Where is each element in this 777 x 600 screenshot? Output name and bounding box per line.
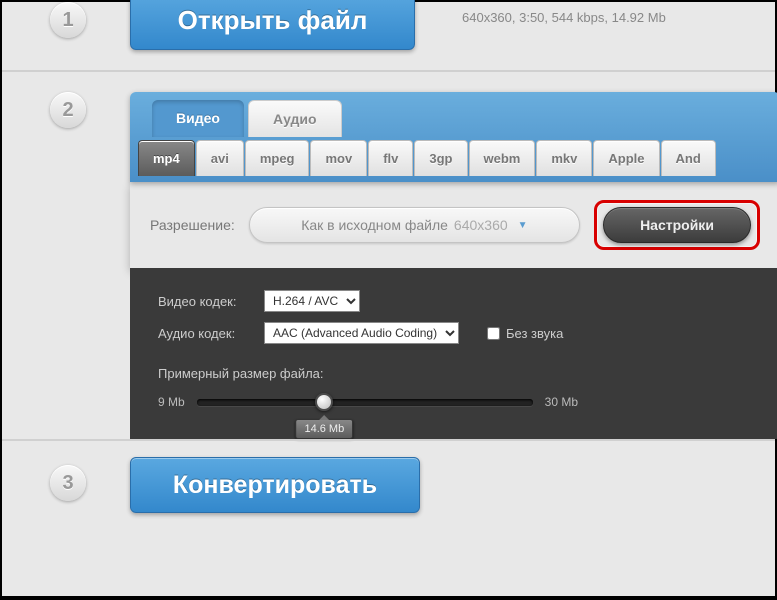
audio-codec-row: Аудио кодек: AAC (Advanced Audio Coding)…	[158, 322, 752, 344]
video-codec-select[interactable]: H.264 / AVC	[264, 290, 360, 312]
format-tabs: mp4 avi mpeg mov flv 3gp webm mkv Apple …	[138, 140, 777, 176]
file-info-text: 640x360, 3:50, 544 kbps, 14.92 Mb	[462, 10, 666, 25]
format-flv[interactable]: flv	[368, 140, 413, 176]
format-mp4[interactable]: mp4	[138, 140, 195, 176]
step-1: 1 Открыть файл 640x360, 3:50, 544 kbps, …	[2, 2, 775, 72]
step-badge-1: 1	[50, 2, 86, 38]
video-codec-label: Видео кодек:	[158, 294, 254, 309]
format-3gp[interactable]: 3gp	[414, 140, 467, 176]
step-3: 3 Конвертировать	[2, 439, 775, 534]
filesize-block: Примерный размер файла: 9 Mb 14.6 Mb 30 …	[158, 366, 752, 409]
format-panel: Видео Аудио mp4 avi mpeg mov flv 3gp web…	[130, 92, 777, 182]
step-2: 2 Видео Аудио mp4 avi mpeg mov flv 3gp w…	[2, 72, 775, 439]
format-android[interactable]: And	[661, 140, 716, 176]
settings-highlight: Настройки	[594, 200, 760, 250]
convert-button[interactable]: Конвертировать	[130, 457, 420, 513]
no-sound-group: Без звука	[487, 326, 563, 341]
no-sound-label: Без звука	[506, 326, 563, 341]
format-mpeg[interactable]: mpeg	[245, 140, 310, 176]
video-codec-row: Видео кодек: H.264 / AVC	[158, 290, 752, 312]
no-sound-checkbox[interactable]	[487, 327, 500, 340]
codec-panel: Видео кодек: H.264 / AVC Аудио кодек: AA…	[130, 268, 777, 439]
resolution-row: Разрешение: Как в исходном файле 640x360…	[130, 182, 777, 268]
format-mkv[interactable]: mkv	[536, 140, 592, 176]
format-webm[interactable]: webm	[469, 140, 536, 176]
filesize-current: 14.6 Mb	[295, 419, 353, 439]
open-file-button[interactable]: Открыть файл	[130, 0, 415, 50]
step-badge-3: 3	[50, 465, 86, 501]
filesize-max: 30 Mb	[545, 395, 578, 409]
tab-video[interactable]: Видео	[152, 100, 244, 137]
audio-codec-select[interactable]: AAC (Advanced Audio Coding)	[264, 322, 459, 344]
media-tabs: Видео Аудио	[130, 92, 777, 137]
tab-audio[interactable]: Аудио	[248, 100, 342, 137]
filesize-slider[interactable]: 14.6 Mb	[197, 399, 533, 406]
resolution-label: Разрешение:	[150, 217, 235, 233]
resolution-dim: 640x360	[454, 217, 508, 233]
settings-button[interactable]: Настройки	[603, 207, 751, 243]
format-avi[interactable]: avi	[196, 140, 244, 176]
step-badge-2: 2	[50, 92, 86, 128]
filesize-slider-row: 9 Mb 14.6 Mb 30 Mb	[158, 395, 578, 409]
slider-thumb[interactable]	[315, 393, 333, 411]
format-mov[interactable]: mov	[310, 140, 367, 176]
format-apple[interactable]: Apple	[593, 140, 659, 176]
resolution-text: Как в исходном файле	[301, 217, 448, 233]
filesize-label: Примерный размер файла:	[158, 366, 752, 381]
filesize-min: 9 Mb	[158, 395, 185, 409]
chevron-down-icon: ▼	[518, 220, 528, 231]
audio-codec-label: Аудио кодек:	[158, 326, 254, 341]
resolution-select[interactable]: Как в исходном файле 640x360 ▼	[249, 207, 580, 243]
